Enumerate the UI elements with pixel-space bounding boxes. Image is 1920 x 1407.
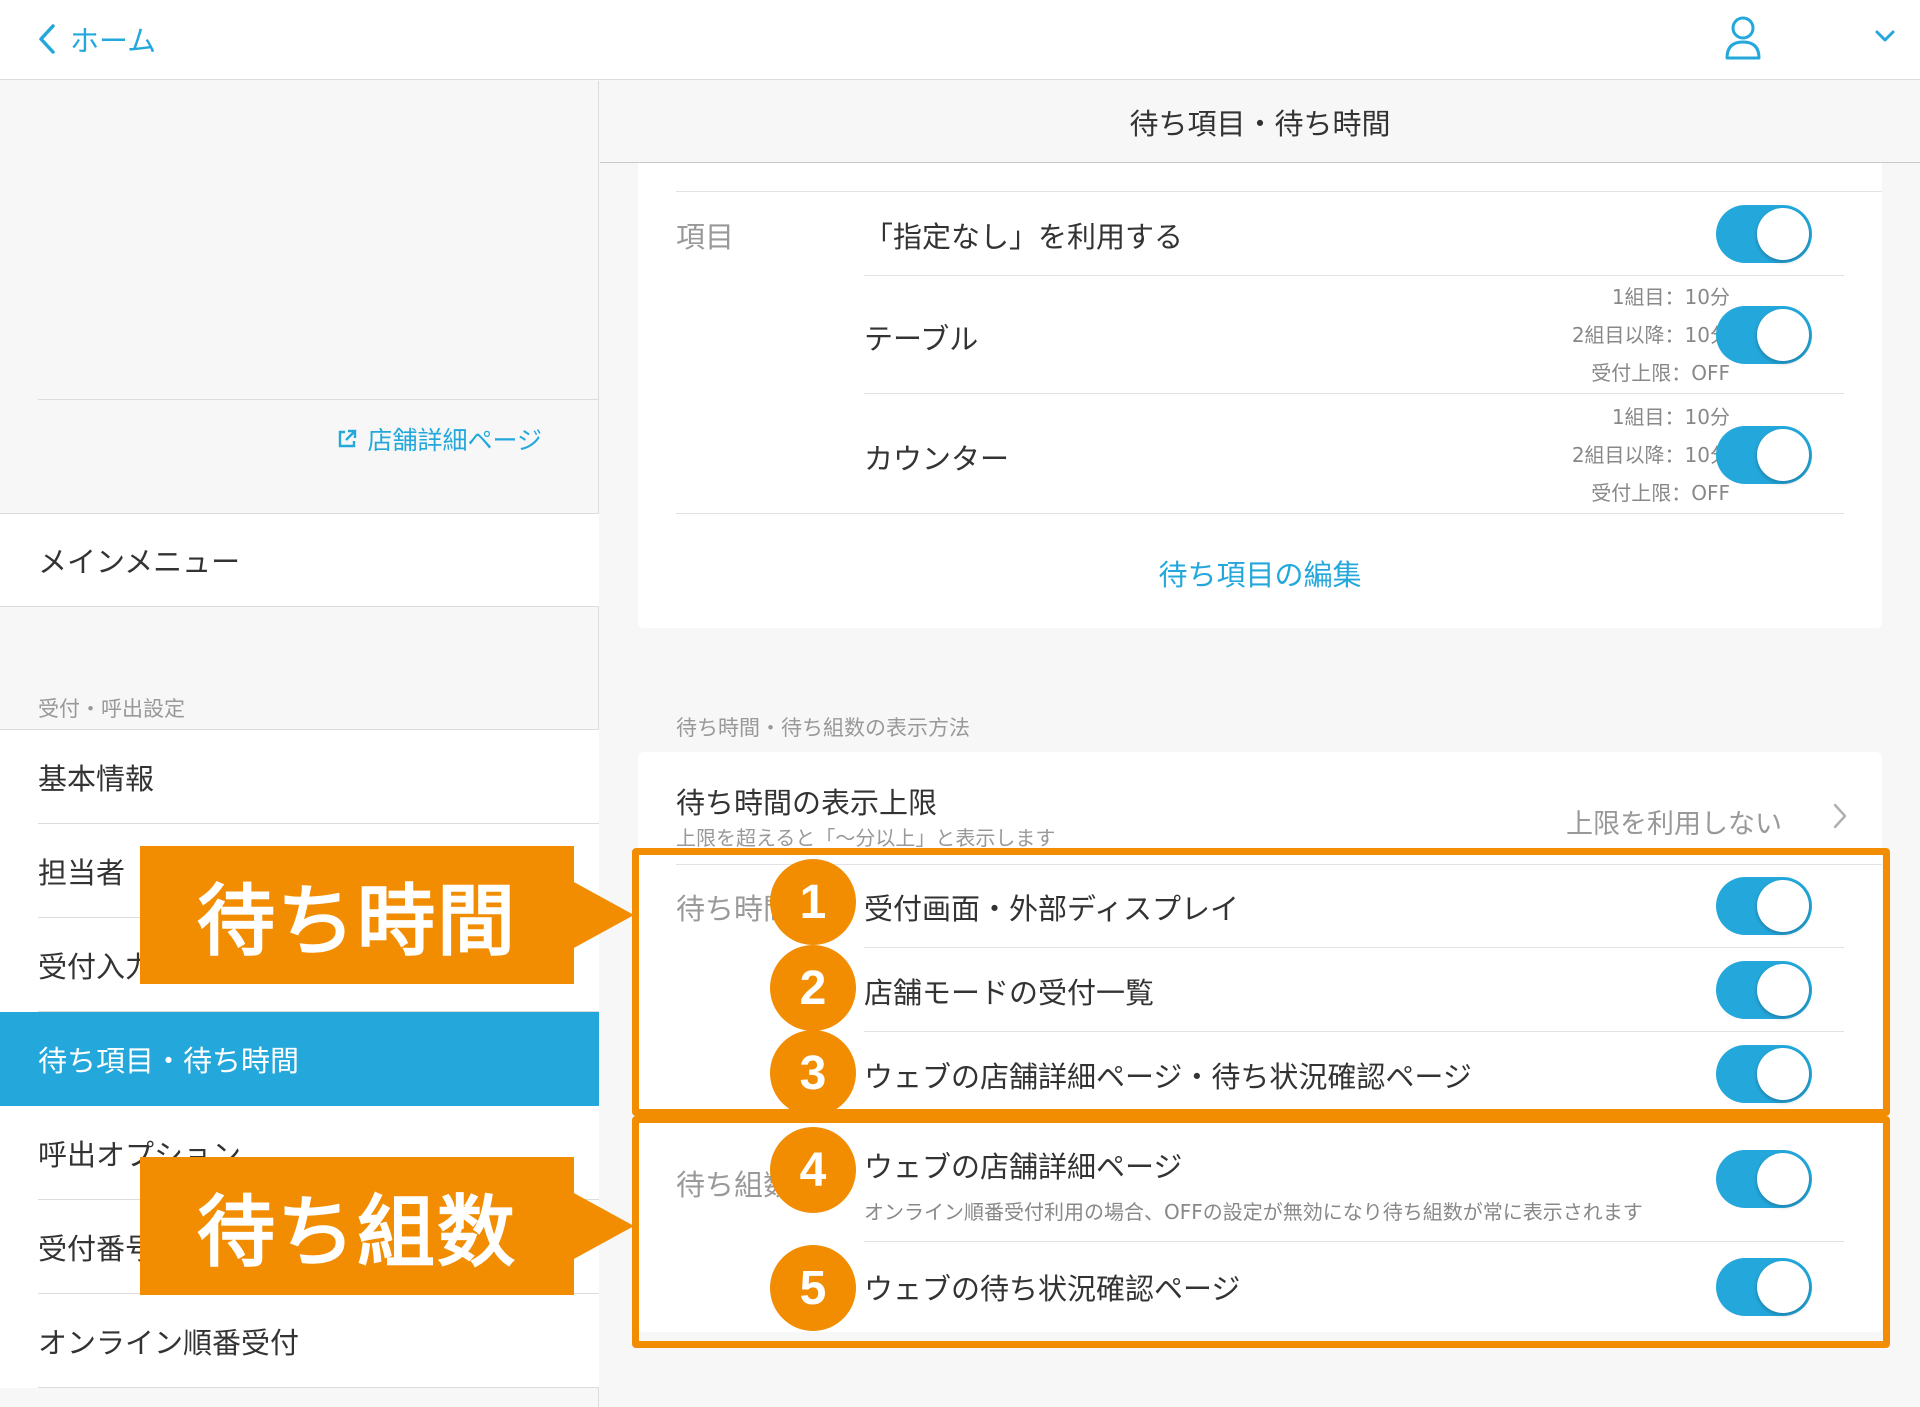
store-detail-link[interactable]: 店舗詳細ページ	[337, 421, 542, 457]
toggle-unspecified[interactable]	[1716, 205, 1812, 263]
badge-3: 3	[770, 1030, 856, 1116]
badge-5: 5	[770, 1245, 856, 1331]
toggle-knob	[1757, 208, 1809, 260]
items-label: 項目	[676, 220, 735, 254]
toggle-knob	[1757, 964, 1809, 1016]
sidebar-section-label: 受付・呼出設定	[38, 697, 185, 721]
callout-wait-count: 待ち組数	[140, 1157, 574, 1295]
toggle-web-detail[interactable]	[1716, 1150, 1812, 1208]
limit-value: 上限を利用しない	[1566, 809, 1782, 840]
chevron-down-icon[interactable]	[1874, 28, 1896, 44]
item-title: テーブル	[864, 322, 979, 356]
badge-4: 4	[770, 1127, 856, 1213]
item-title: カウンター	[864, 442, 1010, 476]
item-row-unspecified: 「指定なし」を利用する	[864, 192, 1844, 276]
detail-limit: 受付上限：OFF	[1591, 481, 1730, 505]
detail-subsequent: 2組目以降：10分	[1571, 443, 1730, 467]
option-title: ウェブの店舗詳細ページ	[864, 1150, 1183, 1184]
store-detail-label: 店舗詳細ページ	[367, 426, 542, 455]
sidebar-item-label: オンライン順番受付	[38, 1326, 300, 1360]
display-limit-row[interactable]: 待ち時間の表示上限 上限を超えると「〜分以上」と表示します 上限を利用しない	[638, 752, 1882, 864]
toggle-knob	[1757, 880, 1809, 932]
option-title: ウェブの店舗詳細ページ・待ち状況確認ページ	[864, 1060, 1472, 1094]
edit-wait-items-link[interactable]: 待ち項目の編集	[638, 552, 1882, 594]
chevron-left-icon	[39, 24, 55, 54]
sidebar-item-label: 受付番号	[38, 1232, 155, 1266]
option-row-store-mode: 店舗モードの受付一覧	[864, 948, 1844, 1032]
callout-wait-time: 待ち時間	[140, 846, 574, 984]
top-bar: ホーム	[0, 0, 1920, 80]
detail-subsequent: 2組目以降：10分	[1571, 323, 1730, 347]
badge-2: 2	[770, 945, 856, 1031]
item-details: 1組目：10分 2組目以降：10分 受付上限：OFF	[1572, 278, 1730, 392]
page-title: 待ち項目・待ち時間	[600, 81, 1920, 163]
chevron-right-icon	[1833, 803, 1847, 829]
toggle-knob	[1757, 429, 1809, 481]
callout-arrow	[572, 881, 634, 949]
section-label: 待ち時間・待ち組数の表示方法	[676, 716, 970, 740]
sidebar-item-label: 基本情報	[38, 762, 155, 796]
sidebar-item-basic-info[interactable]: 基本情報	[0, 730, 599, 824]
option-row-web-detail: ウェブの店舗詳細ページ オンライン順番受付利用の場合、OFFの設定が無効になり待…	[864, 1116, 1844, 1242]
toggle-knob	[1757, 1048, 1809, 1100]
sidebar-item-wait-items[interactable]: 待ち項目・待ち時間	[0, 1012, 599, 1106]
main-menu-label: メインメニュー	[38, 545, 241, 579]
toggle-reception-display[interactable]	[1716, 877, 1812, 935]
toggle-knob	[1757, 1153, 1809, 1205]
toggle-web-status[interactable]	[1716, 1258, 1812, 1316]
badge-1: 1	[770, 859, 856, 945]
toggle-knob	[1757, 1261, 1809, 1313]
divider	[38, 399, 599, 400]
toggle-store-mode[interactable]	[1716, 961, 1812, 1019]
toggle-knob	[1757, 309, 1809, 361]
toggle-counter[interactable]	[1716, 426, 1812, 484]
item-row-counter: カウンター 1組目：10分 2組目以降：10分 受付上限：OFF	[676, 394, 1844, 514]
sidebar-item-label: 待ち項目・待ち時間	[38, 1044, 300, 1078]
detail-first: 1組目：10分	[1611, 405, 1730, 429]
option-title: 受付画面・外部ディスプレイ	[864, 892, 1239, 926]
back-button[interactable]: ホーム	[38, 14, 156, 64]
sidebar-item-label: 担当者	[38, 856, 126, 890]
back-label: ホーム	[70, 24, 157, 58]
limit-subtitle: 上限を超えると「〜分以上」と表示します	[676, 826, 1056, 850]
sidebar-item-label: 受付入力	[38, 950, 155, 984]
option-title: 店舗モードの受付一覧	[864, 976, 1155, 1010]
toggle-web-detail-status[interactable]	[1716, 1045, 1812, 1103]
wait-items-card: 項目 「指定なし」を利用する テーブル 1組目：10分 2組目以降：10分 受付…	[638, 130, 1882, 628]
item-row-table: テーブル 1組目：10分 2組目以降：10分 受付上限：OFF	[864, 276, 1844, 394]
limit-title: 待ち時間の表示上限	[676, 786, 938, 820]
option-row-web-status: ウェブの待ち状況確認ページ	[864, 1242, 1844, 1332]
toggle-table[interactable]	[1716, 306, 1812, 364]
external-link-icon	[339, 429, 357, 448]
callout-arrow	[572, 1192, 634, 1260]
detail-limit: 受付上限：OFF	[1591, 361, 1730, 385]
option-row-reception-display: 受付画面・外部ディスプレイ	[864, 864, 1844, 948]
option-title: ウェブの待ち状況確認ページ	[864, 1272, 1241, 1306]
option-note: オンライン順番受付利用の場合、OFFの設定が無効になり待ち組数が常に表示されます	[864, 1200, 1643, 1224]
sidebar-item-online-queue[interactable]: オンライン順番受付	[0, 1294, 599, 1388]
detail-first: 1組目：10分	[1611, 285, 1730, 309]
item-details: 1組目：10分 2組目以降：10分 受付上限：OFF	[1572, 398, 1730, 512]
main-menu-item[interactable]: メインメニュー	[0, 513, 599, 607]
item-title: 「指定なし」を利用する	[864, 220, 1184, 254]
user-icon[interactable]	[1724, 14, 1762, 62]
